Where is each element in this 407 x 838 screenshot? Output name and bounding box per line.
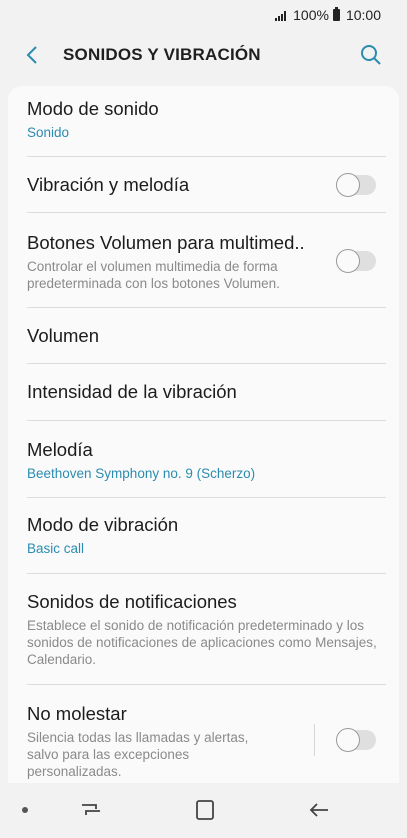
setting-description: Silencia todas las llamadas y alertas, s… [27, 730, 249, 779]
search-icon[interactable] [359, 43, 383, 67]
setting-notification-sounds[interactable]: Sonidos de notificaciones Establece el s… [8, 591, 399, 668]
settings-list: Modo de sonido Sonido Vibración y melodí… [8, 86, 399, 783]
toggle-knob [336, 249, 360, 273]
setting-subtitle: Beethoven Symphony no. 9 (Scherzo) [27, 466, 256, 481]
do-not-disturb-toggle[interactable] [336, 728, 376, 752]
divider [27, 420, 386, 421]
signal-icon [275, 10, 287, 21]
navigation-bar [0, 783, 407, 838]
clock: 10:00 [345, 7, 381, 23]
back-icon[interactable] [306, 799, 332, 821]
page-title: SONIDOS Y VIBRACIÓN [63, 45, 261, 64]
home-icon[interactable] [192, 799, 218, 821]
status-bar: 100% 10:00 [0, 0, 407, 30]
setting-title: No molestar [27, 703, 127, 724]
vertical-separator [314, 724, 315, 756]
battery-percent: 100% [293, 7, 329, 23]
setting-subtitle: Basic call [27, 541, 85, 556]
toggle-knob [336, 728, 360, 752]
divider [27, 307, 386, 308]
setting-title: Modo de sonido [27, 98, 159, 119]
setting-vibration-intensity[interactable]: Intensidad de la vibración [8, 381, 399, 403]
setting-title: Sonidos de notificaciones [27, 591, 237, 612]
setting-volume[interactable]: Volumen [8, 325, 399, 347]
setting-title: Melodía [27, 439, 93, 460]
toggle-knob [336, 173, 360, 197]
setting-description: Controlar el volumen multimedia de forma… [27, 259, 280, 291]
setting-sound-mode[interactable]: Modo de sonido Sonido [8, 98, 399, 140]
nav-dot-icon[interactable] [22, 807, 28, 813]
back-arrow-icon[interactable] [22, 44, 44, 66]
setting-description: Establece el sonido de notificación pred… [27, 618, 377, 667]
setting-title: Modo de vibración [27, 514, 179, 535]
setting-vibration-pattern[interactable]: Modo de vibración Basic call [8, 514, 399, 556]
volume-buttons-media-toggle[interactable] [336, 249, 376, 273]
app-header: SONIDOS Y VIBRACIÓN [0, 30, 407, 80]
divider [27, 363, 386, 364]
recent-apps-icon[interactable] [78, 799, 104, 821]
setting-subtitle: Sonido [27, 125, 70, 140]
setting-ringtone[interactable]: Melodía Beethoven Symphony no. 9 (Scherz… [8, 439, 399, 481]
divider [27, 156, 386, 157]
divider [27, 212, 386, 213]
divider [27, 684, 386, 685]
battery-icon [332, 7, 340, 21]
vibration-ringtone-toggle[interactable] [336, 173, 376, 197]
divider [27, 497, 386, 498]
setting-title: Intensidad de la vibración [27, 381, 237, 402]
setting-title: Volumen [27, 325, 99, 346]
divider [27, 573, 386, 574]
